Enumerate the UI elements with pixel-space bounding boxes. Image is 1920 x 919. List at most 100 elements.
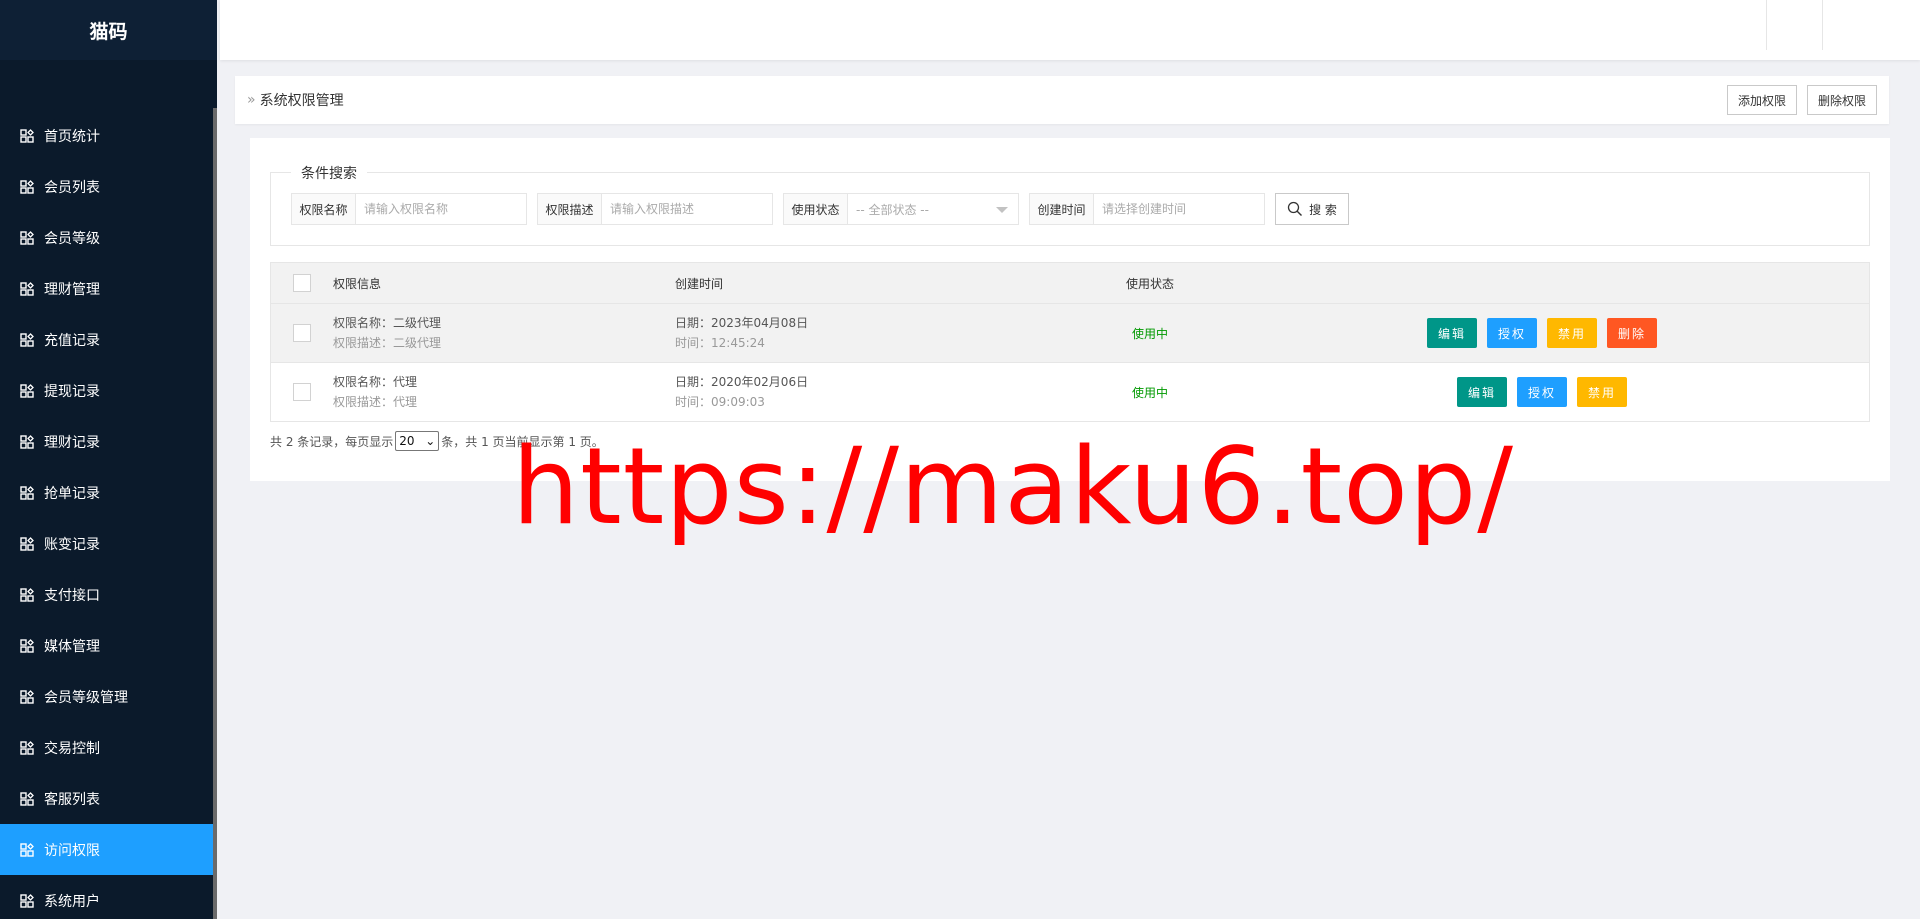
grid-icon [20, 893, 34, 908]
search-legend: 条件搜索 [291, 163, 367, 183]
sidebar-item-label: 理财管理 [44, 281, 100, 298]
status-badge: 使用中 [1131, 326, 1168, 341]
double-chevron-icon: » [247, 92, 256, 108]
permission-desc: 权限描述：代理 [333, 395, 418, 409]
sidebar-item-label: 交易控制 [44, 740, 100, 757]
sidebar-item-label: 支付接口 [44, 587, 100, 604]
grid-icon [20, 281, 34, 296]
disable-button[interactable]: 禁用 [1577, 377, 1628, 407]
top-header [220, 0, 1920, 60]
sidebar-item-account-changes[interactable]: 账变记录 [0, 518, 217, 569]
sidebar-item-label: 会员等级 [44, 230, 100, 247]
page-size-select[interactable]: 20 ⌄ [395, 431, 440, 451]
search-row: 权限名称 权限描述 使用状态 -- 全部状态 -- 创建时间 [291, 193, 1349, 225]
search-icon [1287, 201, 1303, 216]
sidebar-item-home-stats[interactable]: 首页统计 [0, 110, 217, 161]
toolbar: 添加权限 删除权限 [1726, 85, 1877, 115]
sidebar-item-label: 会员等级管理 [44, 689, 128, 706]
page-size-value: 20 [399, 434, 415, 448]
permission-name: 权限名称：代理 [333, 375, 418, 389]
grid-icon [20, 485, 34, 500]
grid-icon [20, 638, 34, 653]
sidebar-item-trade-control[interactable]: 交易控制 [0, 722, 217, 773]
sidebar-item-withdraw[interactable]: 提现记录 [0, 365, 217, 416]
status-filter-label: 使用状态 [784, 194, 848, 224]
caret-down-icon [996, 207, 1008, 213]
grid-icon [20, 383, 34, 398]
status-filter-select[interactable]: -- 全部状态 -- [848, 194, 1018, 224]
permission-name: 权限名称：二级代理 [333, 316, 442, 330]
permission-desc: 权限描述：二级代理 [333, 336, 442, 350]
grid-icon [20, 740, 34, 755]
sidebar-item-payment[interactable]: 支付接口 [0, 569, 217, 620]
grid-icon [20, 587, 34, 602]
sidebar-item-label: 抢单记录 [44, 485, 100, 502]
time-filter-input[interactable] [1094, 194, 1264, 224]
sidebar-item-finance-records[interactable]: 理财记录 [0, 416, 217, 467]
name-filter-input[interactable] [356, 194, 526, 224]
search-button-label: 搜 索 [1309, 202, 1337, 217]
select-all-checkbox[interactable] [293, 274, 311, 292]
grid-icon [20, 128, 34, 143]
sidebar-item-label: 提现记录 [44, 383, 100, 400]
grid-icon [20, 536, 34, 551]
time-filter-label: 创建时间 [1030, 194, 1094, 224]
sidebar-item-media[interactable]: 媒体管理 [0, 620, 217, 671]
sidebar-item-label: 媒体管理 [44, 638, 100, 655]
desc-filter-label: 权限描述 [538, 194, 602, 224]
delete-permission-button[interactable]: 删除权限 [1806, 85, 1877, 115]
permissions-table: 权限信息 创建时间 使用状态 权限名称：二级代理 权限描述：二级代理 日期：20… [270, 262, 1870, 422]
disable-button[interactable]: 禁用 [1547, 318, 1598, 348]
table-row: 权限名称：代理 权限描述：代理 日期：2020年02月06日 时间：09:09:… [271, 362, 1869, 421]
sidebar-scrollbar[interactable] [213, 108, 217, 919]
grid-icon [20, 791, 34, 806]
created-time: 时间：12:45:24 [675, 336, 765, 350]
search-button[interactable]: 搜 索 [1275, 193, 1349, 225]
sidebar-item-label: 首页统计 [44, 128, 100, 145]
sidebar-item-customer-service[interactable]: 客服列表 [0, 773, 217, 824]
sidebar-item-member-levels[interactable]: 会员等级 [0, 212, 217, 263]
edit-button[interactable]: 编辑 [1456, 377, 1507, 407]
sidebar-item-label: 访问权限 [44, 842, 100, 859]
add-permission-button[interactable]: 添加权限 [1726, 85, 1797, 115]
page-title: 系统权限管理 [259, 93, 344, 109]
sidebar-item-member-level-mgmt[interactable]: 会员等级管理 [0, 671, 217, 722]
header-status: 使用状态 [1125, 276, 1174, 291]
sidebar-item-system-users[interactable]: 系统用户 [0, 875, 217, 919]
delete-button[interactable]: 删除 [1607, 318, 1658, 348]
header-info: 权限信息 [333, 276, 382, 291]
header-divider [1822, 0, 1823, 50]
sidebar-item-grab-orders[interactable]: 抢单记录 [0, 467, 217, 518]
sidebar-item-label: 充值记录 [44, 332, 100, 349]
edit-button[interactable]: 编辑 [1426, 318, 1477, 348]
status-filter: 使用状态 -- 全部状态 -- [783, 193, 1019, 225]
grid-icon [20, 842, 34, 857]
grid-icon [20, 179, 34, 194]
authorize-button[interactable]: 授权 [1486, 318, 1537, 348]
table-header: 权限信息 创建时间 使用状态 [271, 263, 1869, 303]
sidebar-menu: 首页统计 会员列表 会员等级 理财管理 充值记录 提现记录 理财记录 抢单记录 … [0, 110, 217, 919]
time-filter: 创建时间 [1029, 193, 1265, 225]
sidebar-item-recharge[interactable]: 充值记录 [0, 314, 217, 365]
sidebar-item-label: 理财记录 [44, 434, 100, 451]
breadcrumb-bar: » 系统权限管理 添加权限 删除权限 [235, 76, 1889, 124]
sidebar-item-members[interactable]: 会员列表 [0, 161, 217, 212]
authorize-button[interactable]: 授权 [1516, 377, 1567, 407]
created-date: 日期：2023年04月08日 [675, 316, 809, 330]
sidebar-item-access-permissions[interactable]: 访问权限 [0, 824, 217, 875]
desc-filter-input[interactable] [602, 194, 772, 224]
pager-prefix: 共 2 条记录，每页显示 [270, 434, 394, 449]
status-filter-value: -- 全部状态 -- [856, 202, 929, 217]
created-time: 时间：09:09:03 [675, 395, 765, 409]
row-checkbox[interactable] [293, 324, 311, 342]
row-checkbox[interactable] [293, 383, 311, 401]
name-filter: 权限名称 [291, 193, 527, 225]
sidebar-item-label: 客服列表 [44, 791, 100, 808]
grid-icon [20, 230, 34, 245]
header-time: 创建时间 [675, 276, 724, 291]
sidebar-item-finance[interactable]: 理财管理 [0, 263, 217, 314]
name-filter-label: 权限名称 [292, 194, 356, 224]
search-fieldset: 条件搜索 权限名称 权限描述 使用状态 -- 全部状态 -- [270, 163, 1870, 246]
header-divider [1766, 0, 1767, 50]
sidebar-item-label: 账变记录 [44, 536, 100, 553]
